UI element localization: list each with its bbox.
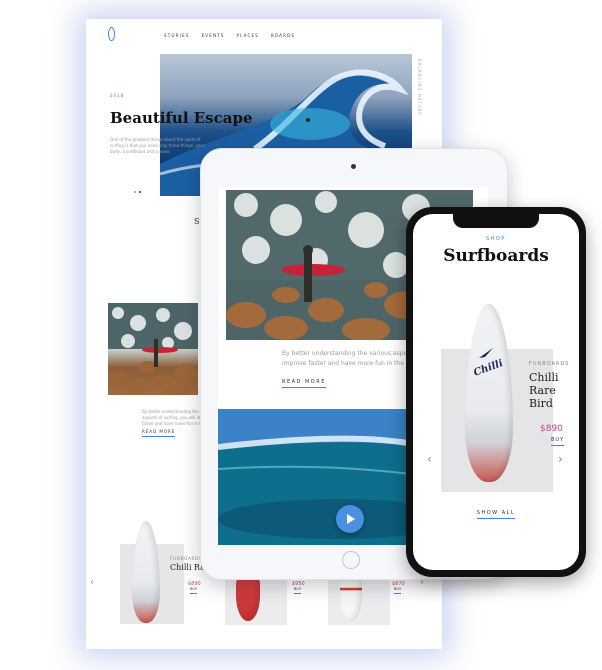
nav-item-events[interactable]: EVENTS [202, 33, 225, 38]
tablet-home-button[interactable] [342, 551, 360, 569]
nav-item-boards[interactable]: BOARDS [271, 33, 295, 38]
surfboard-image [465, 304, 513, 482]
read-more-label: READ MORE [142, 429, 176, 437]
play-button[interactable] [336, 505, 364, 533]
phone-screen: SHOP Surfboards Chilli FUNBOARDS Chilli … [413, 214, 579, 570]
product-name: Chilli Rare Bird [529, 371, 559, 410]
board-brand: Chilli [472, 358, 505, 379]
vertical-tagline: BALANCING NATURE [417, 59, 422, 116]
product-category: FUNBOARDS [529, 361, 570, 367]
page-title: Surfboards [443, 246, 549, 266]
product-price: $890 [540, 424, 563, 434]
phone-device: SHOP Surfboards Chilli FUNBOARDS Chilli … [406, 207, 586, 577]
surfer-rocks-image [108, 303, 198, 395]
shop-eyebrow: SHOP [486, 236, 506, 242]
buy-label: BUY [294, 587, 302, 594]
hero-eyebrow: 2018 [110, 93, 125, 98]
surfboard-image [132, 521, 160, 623]
product-category: FUNBOARDS [170, 556, 203, 561]
show-all-button[interactable]: SHOW ALL [413, 510, 579, 519]
tablet-camera [351, 164, 356, 169]
nav-item-stories[interactable]: STORIES [164, 33, 190, 38]
buy-link[interactable]: BUY [551, 437, 565, 446]
prev-arrow-icon[interactable]: ‹ [427, 452, 432, 466]
nav-item-places[interactable]: PLACES [237, 33, 259, 38]
products-prev-arrow[interactable]: ‹ [90, 577, 94, 588]
read-more-link[interactable]: READ MORE [282, 379, 326, 388]
top-nav: STORIES EVENTS PLACES BOARDS [164, 33, 295, 38]
hero-text: One of the greatest things about the spo… [110, 137, 205, 154]
buy-link[interactable]: BUY [294, 587, 302, 594]
buy-label: BUY [551, 437, 565, 446]
board-logo: Chilli [469, 344, 509, 388]
buy-link[interactable]: BUY [394, 587, 402, 594]
buy-label: BUY [190, 587, 198, 594]
next-arrow-icon[interactable]: › [558, 452, 563, 466]
show-all-label: SHOW ALL [476, 510, 516, 519]
buy-label: BUY [394, 587, 402, 594]
phone-notch [453, 214, 539, 228]
hero-title: Beautiful Escape [110, 109, 253, 127]
slider-dots[interactable] [134, 191, 141, 193]
play-icon [347, 514, 355, 524]
read-more-label: READ MORE [282, 379, 326, 388]
logo-icon[interactable] [108, 27, 115, 41]
wing-icon [479, 348, 493, 358]
read-more-link[interactable]: READ MORE [142, 429, 176, 437]
buy-link[interactable]: BUY [190, 587, 198, 594]
